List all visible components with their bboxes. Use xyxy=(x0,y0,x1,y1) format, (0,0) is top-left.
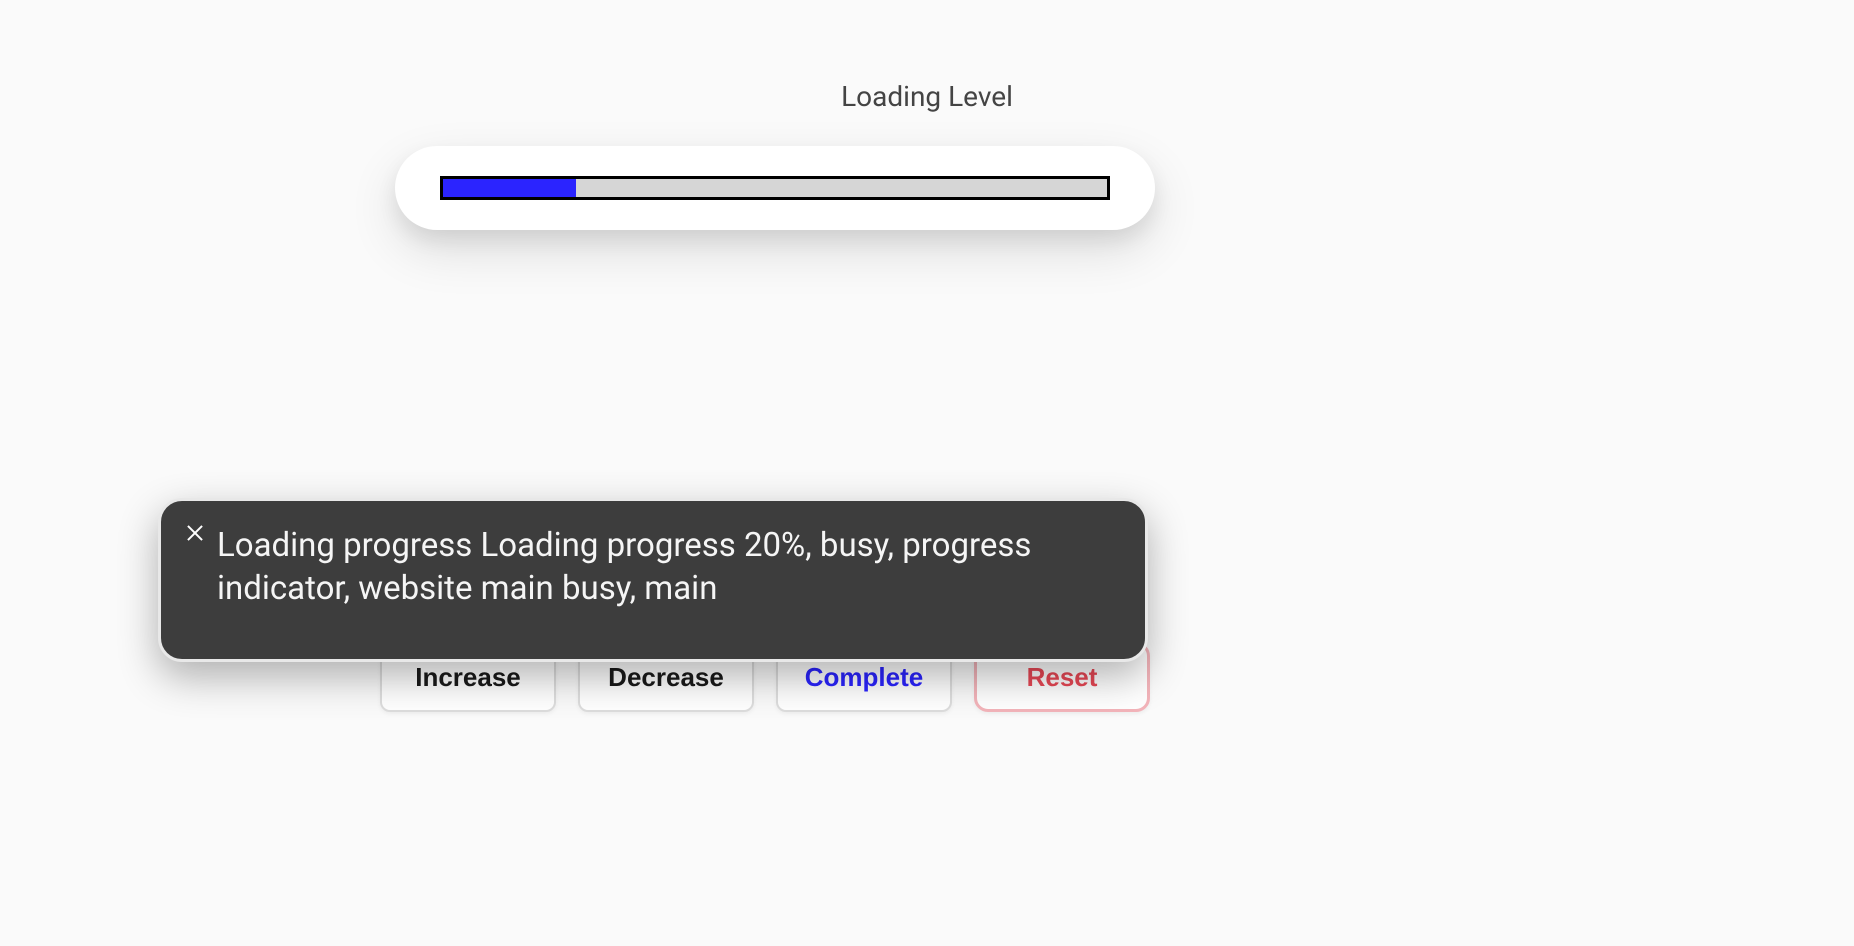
accessibility-popover: Loading progress Loading progress 20%, b… xyxy=(158,498,1148,662)
close-icon[interactable] xyxy=(183,521,207,545)
progress-card xyxy=(395,146,1155,230)
popover-text: Loading progress Loading progress 20%, b… xyxy=(217,525,1115,611)
progress-fill xyxy=(443,179,576,197)
progress-track xyxy=(440,176,1110,200)
page-title: Loading Level xyxy=(547,80,1307,113)
